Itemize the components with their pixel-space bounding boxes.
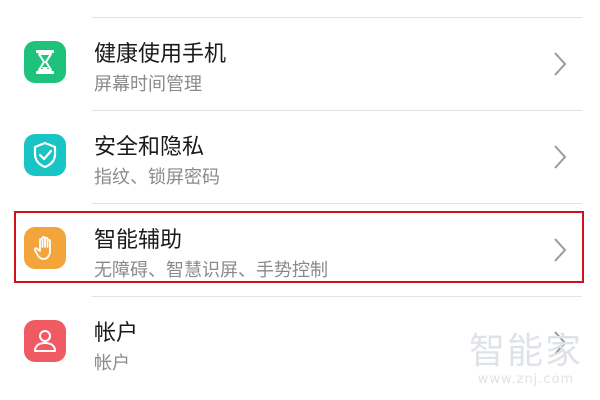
chevron-right-icon[interactable]: [552, 144, 568, 170]
security-icon-box: [24, 134, 66, 176]
settings-item-subtitle: 屏幕时间管理: [94, 74, 202, 95]
health-usage-icon-box: [24, 41, 66, 83]
settings-item-subtitle: 指纹、锁屏密码: [94, 167, 220, 188]
settings-item-subtitle: 帐户: [94, 353, 130, 374]
chevron-right-icon[interactable]: [552, 51, 568, 77]
settings-item-title: 帐户: [94, 321, 139, 346]
settings-item-health-usage[interactable]: 健康使用手机 屏幕时间管理: [0, 18, 600, 111]
shield-check-icon: [33, 141, 57, 169]
person-icon: [34, 330, 56, 352]
account-icon-box: [24, 320, 66, 362]
watermark-text: 智能家: [468, 331, 583, 372]
settings-item-title: 安全和隐私: [94, 135, 205, 160]
hourglass-icon: [36, 50, 54, 74]
settings-item-title: 健康使用手机: [94, 42, 227, 67]
watermark: 智能家 www.znj.com: [466, 331, 586, 388]
settings-item-security-privacy[interactable]: 安全和隐私 指纹、锁屏密码: [0, 111, 600, 204]
watermark-url: www.znj.com: [477, 372, 575, 387]
highlight-box: [14, 211, 584, 283]
